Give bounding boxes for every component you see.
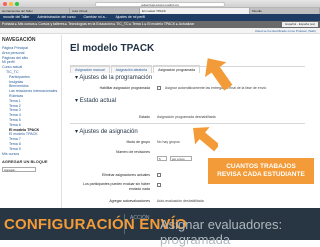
group-mode-label: Modo de grupo [126,140,150,144]
nav-item[interactable]: moodle del Taller [0,15,29,19]
sidebar-item[interactable]: Mis cursos [2,152,61,157]
enable-label: Habilitar asignación programada [99,86,150,90]
section-title: Ajustes de la programación [79,75,153,81]
footer-divider [124,214,125,234]
section-allocation[interactable]: ▾ Ajustes de asignación [75,128,138,135]
footer-description: Asignar evaluadores: programada [160,217,283,247]
self-assessment-value: Auto-evaluación deshabilitada [157,199,204,203]
close-window-icon[interactable] [3,2,7,6]
divider [70,66,305,67]
breadcrumb-text[interactable]: Portada ▸ Mis cursos ▸ Cursos y talleres… [2,22,194,26]
section-title: Estado actual [79,98,117,104]
moodle-navbar: moodle del Taller Administración del cur… [0,14,320,21]
divider [70,123,305,124]
callout-box: CUANTOS TRABAJOS REVISA CADA ESTUDIANTE [208,158,314,184]
self-assessment-label: Agregar autoevaluaciones [109,199,150,203]
nav-item[interactable]: Cambiar rol a... [81,15,108,19]
minimize-window-icon[interactable] [9,2,13,6]
status-label: Estado [139,115,150,119]
nav-item[interactable]: Administración del curso [34,15,75,19]
callout-line: CUANTOS TRABAJOS [226,163,296,170]
breadcrumb: Portada ▸ Mis cursos ▸ Cursos y talleres… [0,21,320,28]
section-title: Ajustes de asignación [79,129,138,135]
arrow-up-icon [205,58,233,91]
callout-line: REVISA CADA ESTUDIANTE [217,171,305,178]
language-select[interactable]: Español - España (es) [282,22,318,27]
page-title: El modelo TPACK [70,43,155,54]
arrow-down-icon [193,127,218,152]
user-bar: Usted se ha identificado como Profesor (… [0,28,320,34]
no-submission-checkbox[interactable] [157,183,161,187]
allocation-tabs: Asignación manual Asignación aleatoria Asi… [70,58,201,73]
address-bar[interactable]: aulavirtual.educa.madrid.org [95,1,225,7]
enable-checkbox[interactable] [157,85,161,90]
add-block-select[interactable]: Agregar... [2,167,36,173]
browser-titlebar: aulavirtual.educa.madrid.org [0,0,320,8]
login-info[interactable]: Usted se ha identificado como Profesor (… [255,28,316,34]
reviews-unit-select[interactable]: por envío [170,156,192,161]
section-status[interactable]: ▾ Estado actual [75,97,116,104]
footer-label: ACCIÓN [130,215,150,221]
section-scheduling[interactable]: ▾ Ajustes de la programación [75,74,152,81]
nav-item[interactable]: Ajustes de mi perfil [112,15,145,19]
add-block-heading: AGREGAR UN BLOQUE [2,159,48,165]
zoom-window-icon[interactable] [15,2,19,6]
remove-checkbox[interactable] [157,172,161,177]
slide-footer: CONFIGURACIÓN ENVÍO ACCIÓN Asignar evalu… [0,208,320,247]
navigation-block: NAVEGACIÓN Página Principal Área persona… [0,35,62,208]
no-submission-label: Los participantes pueden evaluar sin hab… [83,182,150,191]
remove-label: Eliminar asignaciones actuales [101,173,150,177]
reviews-count-select[interactable]: 5 [157,156,167,161]
group-mode-value: No hay grupos [157,140,180,144]
status-value: Asignación programada deshabilitada [157,115,216,119]
navigation-heading: NAVEGACIÓN [2,37,36,43]
reviews-label: Número de revisiones [115,150,150,154]
